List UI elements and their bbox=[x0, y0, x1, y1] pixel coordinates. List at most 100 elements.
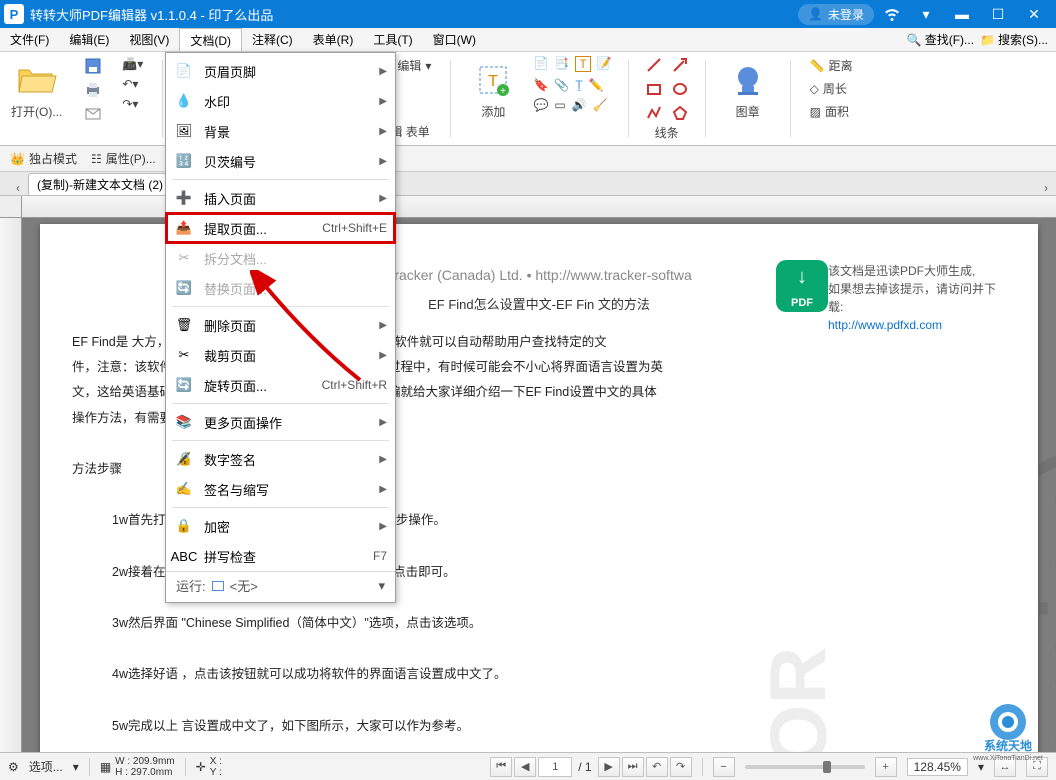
menu-tools[interactable]: 工具(T) bbox=[363, 28, 422, 51]
page-size-display: ▦ W : 209.9mm H : 297.0mm bbox=[100, 756, 175, 778]
distance-button[interactable]: 📏距离 bbox=[807, 56, 856, 75]
undo-icon[interactable]: ↶▾ bbox=[119, 76, 146, 92]
rect-icon[interactable] bbox=[645, 80, 663, 98]
zoom-slider[interactable] bbox=[745, 765, 865, 769]
pdf-badge-icon: PDF bbox=[776, 260, 828, 312]
oval-icon[interactable] bbox=[671, 80, 689, 98]
underline-icon[interactable]: T bbox=[575, 56, 590, 72]
menu-item-header-footer[interactable]: 📄页眉页脚▶ bbox=[166, 56, 395, 86]
menu-item-crop-page[interactable]: ✂裁剪页面▶ bbox=[166, 340, 395, 370]
search-button[interactable]: 📁 搜索(S)... bbox=[980, 31, 1048, 48]
close-button[interactable]: ✕ bbox=[1016, 0, 1052, 28]
menu-view[interactable]: 视图(V) bbox=[119, 28, 179, 51]
menu-item-rotate-page[interactable]: 🔄旋转页面...Ctrl+Shift+R bbox=[166, 370, 395, 400]
find-button[interactable]: 🔍 查找(F)... bbox=[907, 31, 974, 48]
shape-icon[interactable]: ▭ bbox=[554, 98, 565, 112]
perimeter-button[interactable]: ◇周长 bbox=[807, 79, 856, 98]
text-tool-icon[interactable]: Ṯ bbox=[575, 78, 582, 92]
menu-item-bates[interactable]: 🔢贝茨编号▶ bbox=[166, 146, 395, 176]
menu-file[interactable]: 文件(F) bbox=[0, 28, 59, 51]
search-label: 搜索(S)... bbox=[998, 31, 1048, 48]
callout-icon[interactable]: 💬 bbox=[533, 98, 548, 112]
menu-item-digital-sign[interactable]: 🔏数字签名▶ bbox=[166, 444, 395, 474]
print-icon[interactable] bbox=[81, 80, 105, 100]
zoom-value-box[interactable]: 128.45% bbox=[907, 758, 968, 776]
submenu-arrow-icon: ▶ bbox=[379, 126, 387, 137]
nav-next-button[interactable]: ▶ bbox=[598, 757, 620, 777]
eraser-icon[interactable]: 🧹 bbox=[593, 98, 608, 112]
nav-forward-button[interactable]: ↷ bbox=[670, 757, 692, 777]
note-icon[interactable]: 📝 bbox=[597, 56, 612, 72]
fit-width-button[interactable]: ↔ bbox=[994, 757, 1016, 777]
tab-scroll-left[interactable]: ‹ bbox=[8, 181, 28, 195]
add-text-button[interactable]: T+ 添加 bbox=[467, 56, 519, 123]
polyline-icon[interactable] bbox=[645, 104, 663, 122]
crop-page-icon: ✂ bbox=[174, 345, 194, 365]
folder-open-icon bbox=[16, 59, 58, 101]
scan-icon[interactable]: 📠▾ bbox=[119, 56, 146, 72]
replace-page-icon: 🔄 bbox=[174, 278, 194, 298]
attach-icon[interactable]: 📎 bbox=[554, 78, 569, 92]
zoom-in-status-button[interactable]: + bbox=[875, 757, 897, 777]
nav-prev-button[interactable]: ◀ bbox=[514, 757, 536, 777]
menu-annotate[interactable]: 注释(C) bbox=[242, 28, 303, 51]
exclusive-mode-button[interactable]: 👑独占模式 bbox=[10, 150, 77, 167]
zoom-out-status-button[interactable]: − bbox=[713, 757, 735, 777]
nav-first-button[interactable]: ⏮ bbox=[490, 757, 512, 777]
area-button[interactable]: ▨面积 bbox=[807, 102, 856, 121]
ribbon-toolbar: 打开(O)... 📠▾ ↶▾ ↷▾ 28.45% ▾ ⊕ 🔍 放大 🔍 缩小 📝… bbox=[0, 52, 1056, 146]
nav-back-button[interactable]: ↶ bbox=[646, 757, 668, 777]
save-icon[interactable] bbox=[81, 56, 105, 76]
strike-icon[interactable]: 📑 bbox=[554, 56, 569, 72]
arrow-icon[interactable] bbox=[671, 56, 689, 74]
stamp-button[interactable]: 图章 bbox=[722, 56, 774, 123]
add-label: 添加 bbox=[481, 103, 505, 120]
menu-item-sign-initials[interactable]: ✍签名与缩写▶ bbox=[166, 474, 395, 504]
sound-icon[interactable]: 🔊 bbox=[572, 98, 587, 112]
open-button[interactable]: 打开(O)... bbox=[6, 56, 67, 123]
properties-icon: ☷ bbox=[91, 152, 102, 166]
redo-icon[interactable]: ↷▾ bbox=[119, 96, 146, 112]
menu-item-encrypt[interactable]: 🔒加密▶ bbox=[166, 511, 395, 541]
page-current-input[interactable]: 1 bbox=[538, 757, 572, 777]
menu-item-label: 背景 bbox=[204, 122, 230, 141]
menu-item-label: 拼写检查 bbox=[204, 547, 256, 566]
polygon-icon[interactable] bbox=[671, 104, 689, 122]
options-gear-icon[interactable]: ⚙ bbox=[8, 760, 19, 774]
document-note: 该文档是迅读PDF大师生成, 如果想去掉该提示，请访问并下载: http://w… bbox=[828, 262, 1008, 334]
menu-item-replace-page: 🔄替换页面... bbox=[166, 273, 395, 303]
stamp-tool-icon[interactable]: 🔖 bbox=[533, 78, 548, 92]
fit-page-button[interactable]: ⛶ bbox=[1026, 757, 1048, 777]
menu-item-watermark[interactable]: 💧水印▶ bbox=[166, 86, 395, 116]
options-label[interactable]: 选项... bbox=[29, 758, 63, 775]
menu-form[interactable]: 表单(R) bbox=[303, 28, 364, 51]
menu-item-insert-page[interactable]: ➕插入页面▶ bbox=[166, 183, 395, 213]
wifi-icon[interactable] bbox=[882, 4, 902, 24]
menu-item-delete-page[interactable]: 🗑删除页面▶ bbox=[166, 310, 395, 340]
spellcheck-icon: ABC bbox=[174, 546, 194, 566]
user-status-pill[interactable]: 👤 未登录 bbox=[798, 4, 874, 25]
properties-button[interactable]: ☷属性(P)... bbox=[91, 150, 156, 167]
email-icon[interactable] bbox=[81, 104, 105, 124]
maximize-button[interactable]: ☐ bbox=[980, 0, 1016, 28]
menu-item-label: 旋转页面... bbox=[204, 376, 267, 395]
minimize-button[interactable]: ▬ bbox=[944, 0, 980, 28]
menu-item-label: 裁剪页面 bbox=[204, 346, 256, 365]
run-row[interactable]: 运行: <无>▾ bbox=[166, 571, 395, 599]
menu-document[interactable]: 文档(D) bbox=[179, 28, 242, 51]
line-icon[interactable] bbox=[645, 56, 663, 74]
menu-item-label: 水印 bbox=[204, 92, 230, 111]
submenu-arrow-icon: ▶ bbox=[379, 320, 387, 331]
menu-item-extract-page[interactable]: 📤提取页面...Ctrl+Shift+E bbox=[166, 213, 395, 243]
pencil-icon[interactable]: ✏️ bbox=[589, 78, 604, 92]
menu-edit[interactable]: 编辑(E) bbox=[59, 28, 119, 51]
dropdown-more-button[interactable]: ▾ bbox=[908, 0, 944, 28]
stamp-icon bbox=[727, 59, 769, 101]
menu-item-more-pages[interactable]: 📚更多页面操作▶ bbox=[166, 407, 395, 437]
tab-scroll-right[interactable]: › bbox=[1036, 181, 1056, 195]
menu-item-background[interactable]: 🖼背景▶ bbox=[166, 116, 395, 146]
menu-window[interactable]: 窗口(W) bbox=[423, 28, 486, 51]
highlight-icon[interactable]: 📄 bbox=[533, 56, 548, 72]
menu-item-spellcheck[interactable]: ABC拼写检查F7 bbox=[166, 541, 395, 571]
nav-last-button[interactable]: ⏭ bbox=[622, 757, 644, 777]
